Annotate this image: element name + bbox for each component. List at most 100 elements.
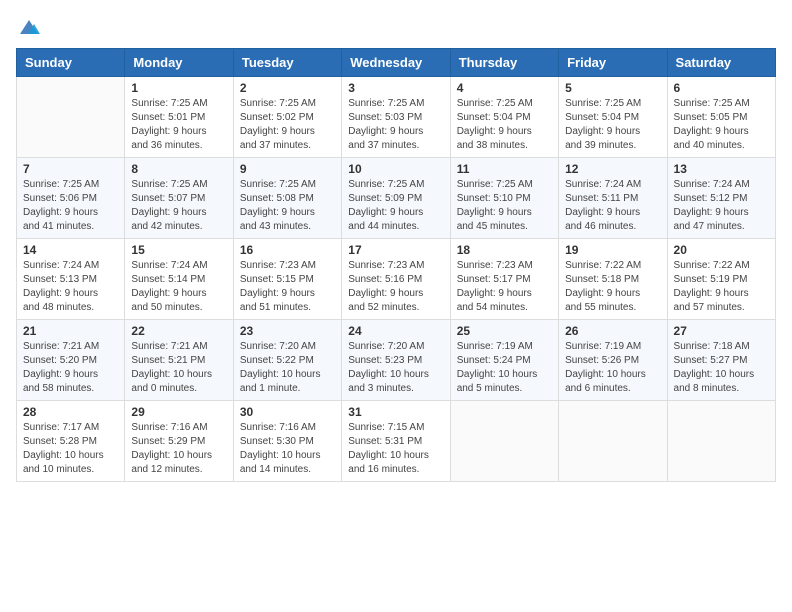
calendar-cell: 14 Sunrise: 7:24 AMSunset: 5:13 PMDayligh… [17, 239, 125, 320]
day-number: 17 [348, 243, 443, 257]
calendar-cell: 26 Sunrise: 7:19 AMSunset: 5:26 PMDayligh… [559, 320, 667, 401]
day-number: 8 [131, 162, 226, 176]
day-number: 2 [240, 81, 335, 95]
logo-icon [18, 16, 40, 38]
day-info: Sunrise: 7:25 AMSunset: 5:09 PMDaylight:… [348, 178, 443, 234]
day-info: Sunrise: 7:15 AMSunset: 5:31 PMDaylight:… [348, 421, 443, 477]
day-info: Sunrise: 7:24 AMSunset: 5:13 PMDaylight:… [23, 259, 118, 315]
day-number: 3 [348, 81, 443, 95]
day-number: 30 [240, 405, 335, 419]
day-number: 31 [348, 405, 443, 419]
day-info: Sunrise: 7:23 AMSunset: 5:15 PMDaylight:… [240, 259, 335, 315]
calendar-cell: 20 Sunrise: 7:22 AMSunset: 5:19 PMDayligh… [667, 239, 775, 320]
page-header [16, 16, 776, 38]
day-info: Sunrise: 7:19 AMSunset: 5:26 PMDaylight:… [565, 340, 660, 396]
day-number: 6 [674, 81, 769, 95]
day-number: 5 [565, 81, 660, 95]
calendar-table: SundayMondayTuesdayWednesdayThursdayFrid… [16, 48, 776, 482]
calendar-cell: 21 Sunrise: 7:21 AMSunset: 5:20 PMDayligh… [17, 320, 125, 401]
day-info: Sunrise: 7:25 AMSunset: 5:05 PMDaylight:… [674, 97, 769, 153]
day-number: 20 [674, 243, 769, 257]
calendar-cell: 19 Sunrise: 7:22 AMSunset: 5:18 PMDayligh… [559, 239, 667, 320]
day-info: Sunrise: 7:25 AMSunset: 5:07 PMDaylight:… [131, 178, 226, 234]
calendar-header-wednesday: Wednesday [342, 49, 450, 77]
day-number: 12 [565, 162, 660, 176]
logo [16, 16, 40, 38]
calendar-cell [17, 77, 125, 158]
calendar-week-4: 21 Sunrise: 7:21 AMSunset: 5:20 PMDayligh… [17, 320, 776, 401]
day-info: Sunrise: 7:25 AMSunset: 5:04 PMDaylight:… [457, 97, 552, 153]
calendar-cell: 3 Sunrise: 7:25 AMSunset: 5:03 PMDaylight… [342, 77, 450, 158]
day-number: 13 [674, 162, 769, 176]
day-info: Sunrise: 7:21 AMSunset: 5:20 PMDaylight:… [23, 340, 118, 396]
calendar-cell: 30Sunrise: 7:16 AMSunset: 5:30 PMDayligh… [233, 401, 341, 482]
calendar-cell: 13 Sunrise: 7:24 AMSunset: 5:12 PMDayligh… [667, 158, 775, 239]
day-info: Sunrise: 7:24 AMSunset: 5:12 PMDaylight:… [674, 178, 769, 234]
day-number: 7 [23, 162, 118, 176]
day-number: 14 [23, 243, 118, 257]
day-number: 1 [131, 81, 226, 95]
calendar-week-2: 7Sunrise: 7:25 AMSunset: 5:06 PMDaylight… [17, 158, 776, 239]
day-info: Sunrise: 7:25 AMSunset: 5:10 PMDaylight:… [457, 178, 552, 234]
calendar-header-friday: Friday [559, 49, 667, 77]
day-number: 4 [457, 81, 552, 95]
day-number: 23 [240, 324, 335, 338]
calendar-cell: 12 Sunrise: 7:24 AMSunset: 5:11 PMDayligh… [559, 158, 667, 239]
day-number: 25 [457, 324, 552, 338]
day-number: 15 [131, 243, 226, 257]
calendar-cell: 6 Sunrise: 7:25 AMSunset: 5:05 PMDaylight… [667, 77, 775, 158]
calendar-cell [667, 401, 775, 482]
calendar-header-row: SundayMondayTuesdayWednesdayThursdayFrid… [17, 49, 776, 77]
day-number: 22 [131, 324, 226, 338]
calendar-cell: 24 Sunrise: 7:20 AMSunset: 5:23 PMDayligh… [342, 320, 450, 401]
day-number: 9 [240, 162, 335, 176]
day-info: Sunrise: 7:25 AMSunset: 5:01 PMDaylight:… [131, 97, 226, 153]
calendar-header-saturday: Saturday [667, 49, 775, 77]
calendar-header-thursday: Thursday [450, 49, 558, 77]
day-info: Sunrise: 7:25 AMSunset: 5:02 PMDaylight:… [240, 97, 335, 153]
day-number: 19 [565, 243, 660, 257]
day-info: Sunrise: 7:20 AMSunset: 5:23 PMDaylight:… [348, 340, 443, 396]
calendar-cell: 29 Sunrise: 7:16 AMSunset: 5:29 PMDayligh… [125, 401, 233, 482]
day-info: Sunrise: 7:16 AMSunset: 5:29 PMDaylight:… [131, 421, 226, 477]
calendar-header-tuesday: Tuesday [233, 49, 341, 77]
calendar-cell: 8 Sunrise: 7:25 AMSunset: 5:07 PMDaylight… [125, 158, 233, 239]
calendar-cell: 22 Sunrise: 7:21 AMSunset: 5:21 PMDayligh… [125, 320, 233, 401]
calendar-cell: 4 Sunrise: 7:25 AMSunset: 5:04 PMDaylight… [450, 77, 558, 158]
calendar-cell: 2 Sunrise: 7:25 AMSunset: 5:02 PMDaylight… [233, 77, 341, 158]
day-number: 29 [131, 405, 226, 419]
calendar-header-sunday: Sunday [17, 49, 125, 77]
day-info: Sunrise: 7:25 AMSunset: 5:04 PMDaylight:… [565, 97, 660, 153]
day-info: Sunrise: 7:22 AMSunset: 5:19 PMDaylight:… [674, 259, 769, 315]
day-info: Sunrise: 7:19 AMSunset: 5:24 PMDaylight:… [457, 340, 552, 396]
calendar-cell: 23 Sunrise: 7:20 AMSunset: 5:22 PMDayligh… [233, 320, 341, 401]
day-info: Sunrise: 7:21 AMSunset: 5:21 PMDaylight:… [131, 340, 226, 396]
calendar-week-3: 14 Sunrise: 7:24 AMSunset: 5:13 PMDayligh… [17, 239, 776, 320]
day-info: Sunrise: 7:24 AMSunset: 5:11 PMDaylight:… [565, 178, 660, 234]
calendar-cell: 7Sunrise: 7:25 AMSunset: 5:06 PMDaylight… [17, 158, 125, 239]
calendar-cell [559, 401, 667, 482]
calendar-cell: 16Sunrise: 7:23 AMSunset: 5:15 PMDayligh… [233, 239, 341, 320]
calendar-body: 1 Sunrise: 7:25 AMSunset: 5:01 PMDaylight… [17, 77, 776, 482]
day-info: Sunrise: 7:22 AMSunset: 5:18 PMDaylight:… [565, 259, 660, 315]
day-number: 11 [457, 162, 552, 176]
calendar-week-1: 1 Sunrise: 7:25 AMSunset: 5:01 PMDaylight… [17, 77, 776, 158]
day-number: 26 [565, 324, 660, 338]
day-number: 18 [457, 243, 552, 257]
calendar-cell: 15 Sunrise: 7:24 AMSunset: 5:14 PMDayligh… [125, 239, 233, 320]
calendar-cell: 11 Sunrise: 7:25 AMSunset: 5:10 PMDayligh… [450, 158, 558, 239]
calendar-cell: 10Sunrise: 7:25 AMSunset: 5:09 PMDayligh… [342, 158, 450, 239]
day-info: Sunrise: 7:20 AMSunset: 5:22 PMDaylight:… [240, 340, 335, 396]
day-number: 21 [23, 324, 118, 338]
calendar-cell [450, 401, 558, 482]
day-info: Sunrise: 7:24 AMSunset: 5:14 PMDaylight:… [131, 259, 226, 315]
day-number: 24 [348, 324, 443, 338]
calendar-cell: 27Sunrise: 7:18 AMSunset: 5:27 PMDayligh… [667, 320, 775, 401]
day-info: Sunrise: 7:23 AMSunset: 5:17 PMDaylight:… [457, 259, 552, 315]
day-number: 28 [23, 405, 118, 419]
calendar-cell: 18 Sunrise: 7:23 AMSunset: 5:17 PMDayligh… [450, 239, 558, 320]
calendar-header-monday: Monday [125, 49, 233, 77]
day-info: Sunrise: 7:25 AMSunset: 5:08 PMDaylight:… [240, 178, 335, 234]
day-info: Sunrise: 7:25 AMSunset: 5:03 PMDaylight:… [348, 97, 443, 153]
calendar-cell: 9 Sunrise: 7:25 AMSunset: 5:08 PMDaylight… [233, 158, 341, 239]
